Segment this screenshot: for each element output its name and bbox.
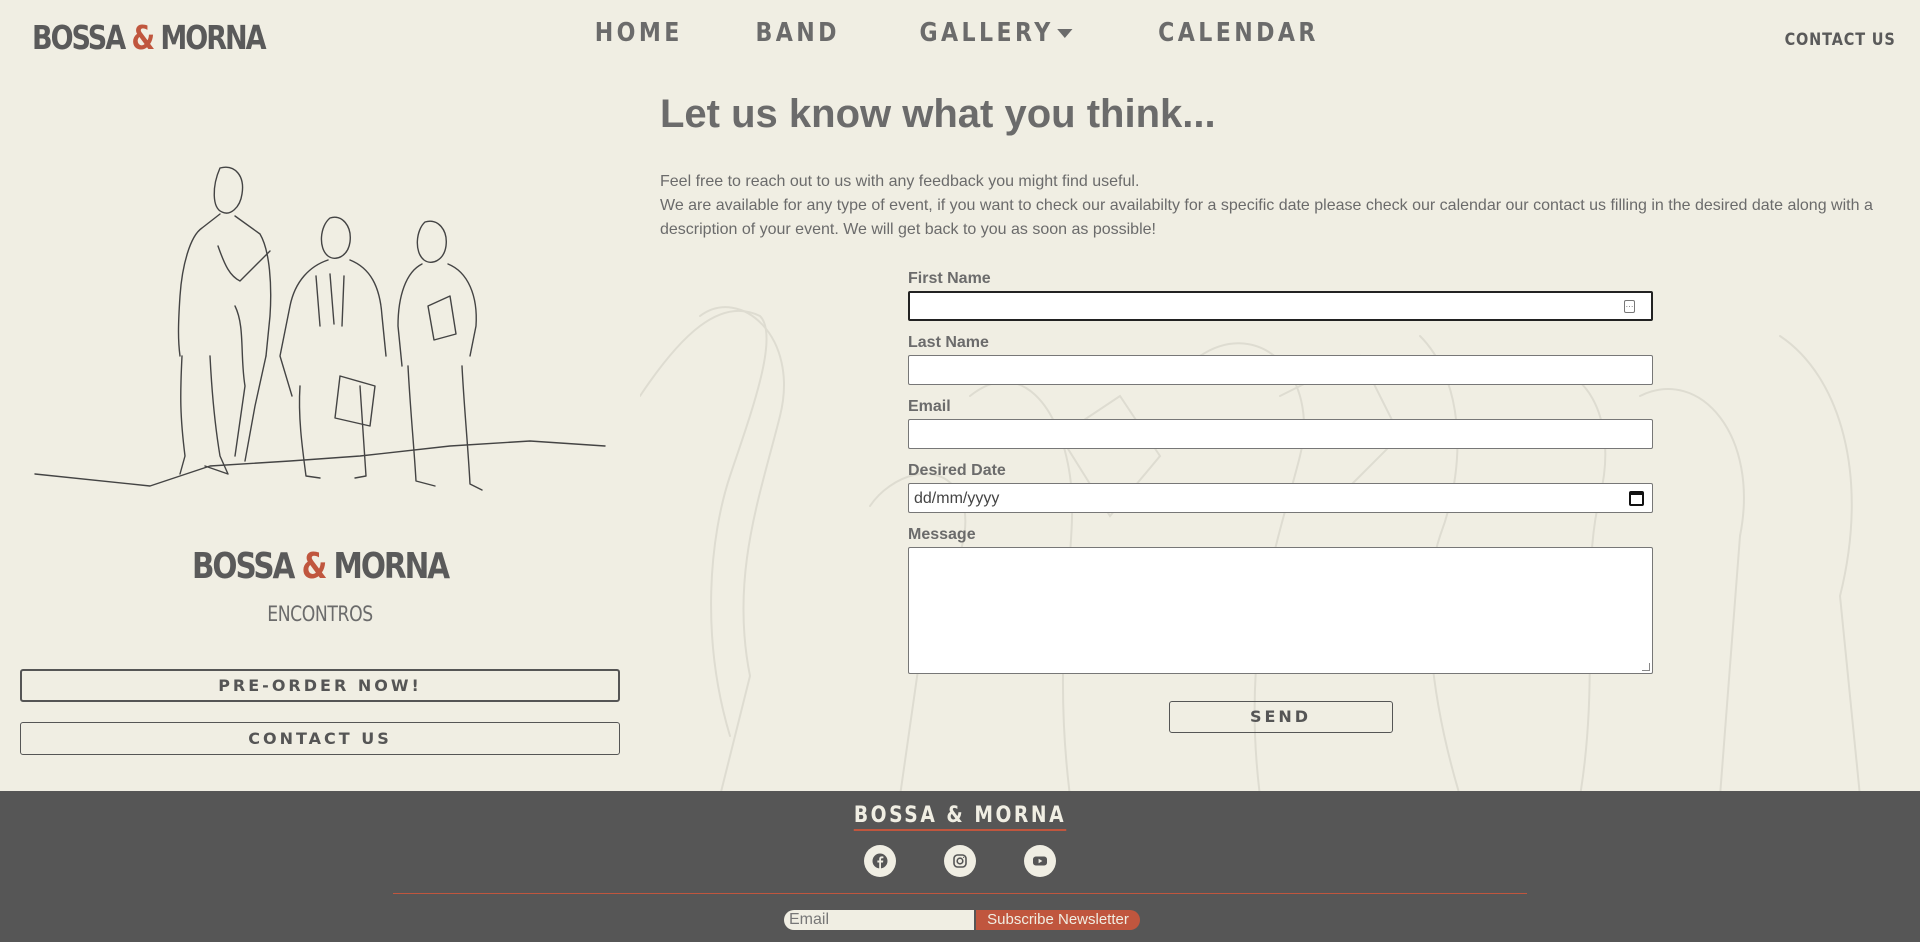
album-sidebar: BOSSA & MORNA ENCONTROS PRE-ORDER NOW! C… — [0, 76, 640, 791]
youtube-icon[interactable] — [1024, 845, 1057, 877]
instagram-icon[interactable] — [944, 845, 976, 877]
album-title-ampersand: & — [301, 546, 328, 587]
site-header: BOSSA & MORNA HOME BAND GALLERY CALENDAR… — [0, 0, 1920, 76]
social-links — [0, 845, 1920, 877]
album-title-bossa: BOSSA — [191, 546, 302, 587]
desired-date-input[interactable]: dd/mm/yyyy — [908, 483, 1653, 513]
nav-home[interactable]: HOME — [594, 18, 682, 48]
first-name-input[interactable]: ⋯ — [908, 291, 1653, 321]
newsletter-email-input[interactable]: Email — [784, 910, 974, 930]
calendar-icon[interactable] — [1629, 491, 1644, 506]
last-name-label: Last Name — [908, 334, 989, 351]
resize-handle-icon[interactable] — [1642, 663, 1650, 671]
intro-line-1: Feel free to reach out to us with any fe… — [660, 173, 1140, 190]
footer-brand[interactable]: BOSSA & MORNA — [144, 803, 1776, 831]
desired-date-label: Desired Date — [908, 462, 1006, 479]
sidebar-contact-button[interactable]: CONTACT US — [20, 722, 620, 755]
album-subtitle: ENCONTROS — [267, 602, 373, 626]
email-input[interactable] — [908, 419, 1653, 449]
date-placeholder: dd/mm/yyyy — [914, 490, 1000, 507]
intro-line-2: We are available for any type of event, … — [660, 197, 1873, 238]
nav-gallery-label: GALLERY — [919, 18, 1054, 48]
last-name-input[interactable] — [908, 355, 1653, 385]
chevron-down-icon — [1057, 29, 1073, 38]
intro-text: Feel free to reach out to us with any fe… — [660, 170, 1910, 242]
site-footer: BOSSA & MORNA Email Subscribe Newsletter — [0, 791, 1920, 942]
nav-calendar[interactable]: CALENDAR — [1159, 18, 1320, 48]
message-label: Message — [908, 526, 976, 543]
email-label: Email — [908, 398, 951, 415]
footer-brand-text: BOSSA & MORNA — [853, 803, 1067, 831]
send-button[interactable]: SEND — [1168, 701, 1393, 733]
nav-band[interactable]: BAND — [756, 18, 840, 48]
autofill-key-icon[interactable]: ⋯ — [1624, 300, 1635, 313]
page-title: Let us know what you think... — [660, 92, 1216, 136]
message-textarea[interactable] — [908, 547, 1653, 674]
first-name-label: First Name — [908, 270, 991, 287]
contact-section: Let us know what you think... Feel free … — [640, 76, 1920, 791]
main-nav: HOME BAND GALLERY CALENDAR — [0, 18, 1920, 48]
header-contact-link[interactable]: CONTACT US — [1785, 30, 1896, 50]
footer-divider — [393, 893, 1527, 894]
preorder-button[interactable]: PRE-ORDER NOW! — [20, 669, 620, 702]
contact-form: First Name ⋯ Last Name Email Desired Dat… — [908, 270, 1653, 733]
facebook-icon[interactable] — [863, 845, 896, 877]
subscribe-newsletter-button[interactable]: Subscribe Newsletter — [976, 910, 1140, 930]
nav-gallery[interactable]: GALLERY — [920, 18, 1073, 48]
album-title: BOSSA & MORNA — [58, 546, 583, 587]
album-title-morna: MORNA — [325, 546, 451, 587]
band-line-drawing — [34, 166, 606, 491]
